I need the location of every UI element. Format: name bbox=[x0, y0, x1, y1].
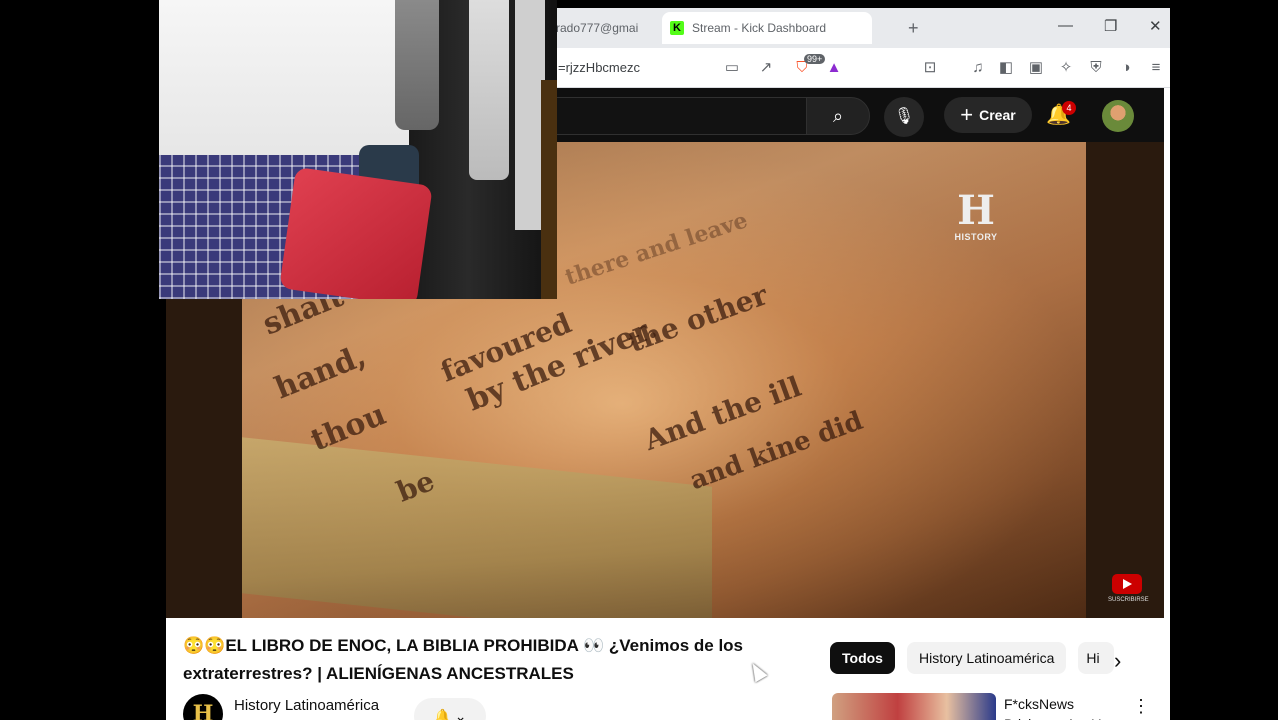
menu-icon[interactable]: ≡ bbox=[1146, 58, 1166, 78]
webcam-overlay bbox=[159, 0, 557, 299]
search-button[interactable]: ⌕ bbox=[806, 97, 870, 135]
leo-icon[interactable]: ✧ bbox=[1056, 58, 1076, 78]
history-logo-letter: H bbox=[957, 187, 995, 234]
tab-email[interactable]: rado777@gmai bbox=[556, 12, 646, 44]
tab-kick-label: Stream - Kick Dashboard bbox=[692, 21, 827, 35]
webcam-wall bbox=[159, 0, 419, 160]
history-logo: H HISTORY bbox=[948, 187, 1004, 243]
microphone-icon: 🎙 bbox=[893, 108, 915, 125]
youtube-header: ⌕ 🎙 + Crear 🔔 4 bbox=[556, 88, 1164, 142]
history-logo-text: HISTORY bbox=[954, 232, 998, 242]
recommended-thumbnail[interactable] bbox=[832, 693, 996, 720]
voice-search-button[interactable]: 🎙 bbox=[884, 97, 924, 137]
filter-chips: Todos History Latinoamérica Hi bbox=[830, 642, 1115, 674]
channel-avatar[interactable]: H bbox=[183, 694, 223, 720]
webcam-door-edge bbox=[541, 80, 557, 299]
maximize-button[interactable]: ❐ bbox=[1104, 17, 1117, 35]
recommended-title[interactable]: F*cksNews Brisbane: Are Ye bbox=[1004, 694, 1114, 720]
brave-rewards-icon[interactable]: ▲ bbox=[824, 58, 844, 78]
search-icon: ⌕ bbox=[832, 106, 844, 126]
webcam-clothes bbox=[469, 0, 509, 180]
close-button[interactable]: ✕ bbox=[1149, 17, 1162, 35]
subscribe-watermark-icon[interactable] bbox=[1112, 574, 1142, 594]
chip-todos[interactable]: Todos bbox=[830, 642, 895, 674]
create-button[interactable]: + Crear bbox=[944, 97, 1032, 133]
vpn-icon[interactable]: ⛨ bbox=[1086, 58, 1106, 78]
cast-icon[interactable]: ▭ bbox=[722, 58, 742, 78]
music-icon[interactable]: ♫ bbox=[968, 58, 988, 78]
sidebar-icon[interactable]: ◧ bbox=[996, 58, 1016, 78]
account-avatar[interactable] bbox=[1102, 100, 1134, 132]
profile-icon[interactable]: ◑ bbox=[1116, 58, 1136, 78]
screenshot-icon[interactable]: ⊡ bbox=[920, 58, 940, 78]
search-input[interactable] bbox=[556, 97, 806, 135]
kick-icon: K bbox=[670, 21, 684, 35]
subscribed-bell-button[interactable]: 🔔 ⌄ bbox=[414, 698, 486, 720]
new-tab-button[interactable]: + bbox=[908, 18, 919, 39]
share-icon[interactable]: ↗ bbox=[756, 58, 776, 78]
webcam-clothes bbox=[395, 0, 439, 130]
webcam-chair bbox=[279, 166, 433, 299]
address-bar[interactable]: =rjzzHbcmezc bbox=[558, 60, 640, 75]
plus-icon: + bbox=[960, 102, 974, 127]
tab-kick-dashboard[interactable]: K Stream - Kick Dashboard bbox=[662, 12, 872, 44]
tab-email-label: rado777@gmai bbox=[556, 21, 639, 35]
create-label: Crear bbox=[979, 107, 1016, 123]
more-options-icon[interactable]: ⋮ bbox=[1132, 696, 1150, 717]
notification-badge: 4 bbox=[1062, 101, 1076, 115]
channel-name[interactable]: History Latinoamérica bbox=[234, 697, 379, 714]
chip-more[interactable]: Hi bbox=[1078, 642, 1115, 674]
chip-history-latinoamerica[interactable]: History Latinoamérica bbox=[906, 642, 1067, 674]
subscribe-watermark-label: SUSCRIBIRSE bbox=[1108, 597, 1149, 603]
wallet-icon[interactable]: ▣ bbox=[1026, 58, 1046, 78]
chevron-right-icon[interactable]: › bbox=[1114, 648, 1121, 674]
minimize-button[interactable]: — bbox=[1058, 17, 1073, 34]
brave-badge: 99+ bbox=[804, 54, 826, 64]
video-title: 😳😳EL LIBRO DE ENOC, LA BIBLIA PROHIBIDA … bbox=[183, 636, 744, 683]
